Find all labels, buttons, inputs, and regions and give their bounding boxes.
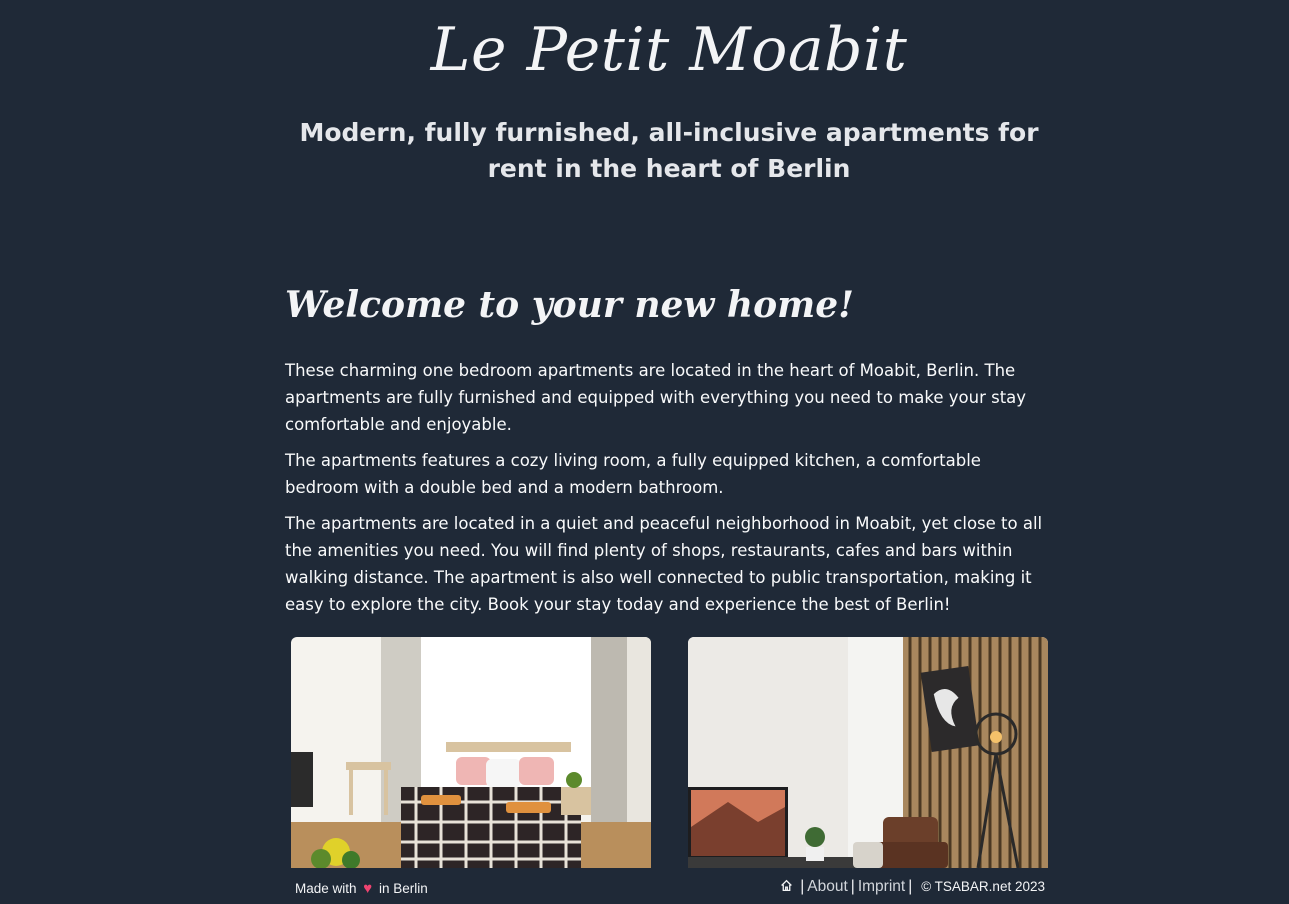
bedroom-photo[interactable] bbox=[291, 637, 651, 868]
footer: Made with ♥ in Berlin | About | Imprint | © T… bbox=[295, 878, 1045, 900]
main-content: Welcome to your new home! These charming… bbox=[285, 280, 1055, 627]
imprint-link[interactable]: Imprint bbox=[858, 878, 905, 895]
heart-icon: ♥ bbox=[363, 880, 373, 897]
home-link[interactable] bbox=[780, 878, 797, 895]
in-berlin-text: in Berlin bbox=[378, 881, 428, 896]
home-icon bbox=[781, 879, 792, 892]
made-with-credit: Made with ♥ in Berlin bbox=[295, 880, 428, 897]
photo-gallery bbox=[291, 637, 1048, 868]
location-paragraph: The apartments are located in a quiet an… bbox=[285, 514, 1043, 614]
about-link[interactable]: About bbox=[807, 878, 848, 895]
welcome-heading: Welcome to your new home! bbox=[285, 284, 854, 326]
footer-nav: | About | Imprint | © TSABAR.net 2023 bbox=[780, 878, 1045, 896]
made-with-text: Made with bbox=[295, 881, 357, 896]
features-paragraph: The apartments features a cozy living ro… bbox=[285, 451, 981, 497]
copyright-text: © TSABAR.net 2023 bbox=[921, 879, 1045, 894]
separator: | bbox=[800, 878, 805, 895]
separator: | bbox=[850, 878, 855, 895]
living-room-photo[interactable] bbox=[688, 637, 1048, 868]
separator: | bbox=[908, 878, 913, 895]
intro-paragraph: These charming one bedroom apartments ar… bbox=[285, 361, 1027, 434]
site-title: Le Petit Moabit bbox=[430, 15, 908, 85]
page: Le Petit Moabit Modern, fully furnished,… bbox=[0, 0, 1289, 904]
tagline: Modern, fully furnished, all-inclusive a… bbox=[299, 118, 1039, 183]
